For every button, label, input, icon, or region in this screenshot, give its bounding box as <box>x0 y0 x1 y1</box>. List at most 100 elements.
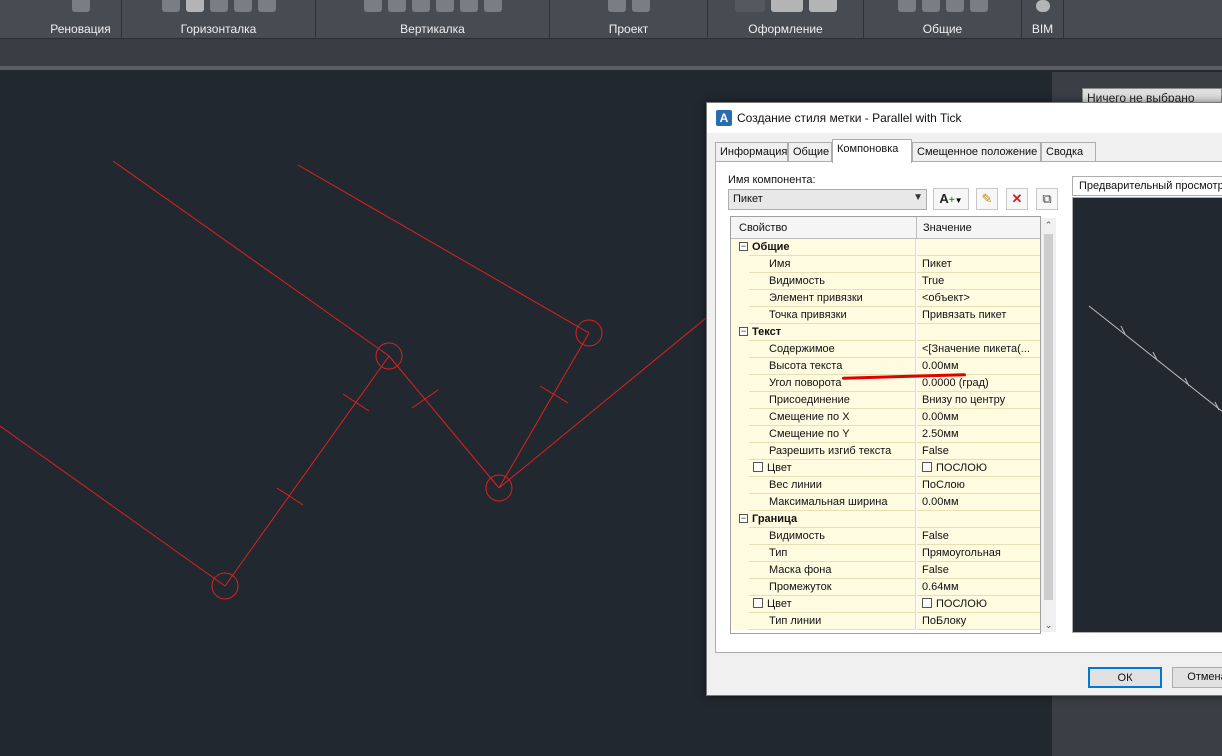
ribbon-group-project[interactable]: Проект <box>550 0 708 38</box>
app-icon: A <box>716 110 732 126</box>
ribbon-group-label: Оформление <box>748 22 823 36</box>
property-name: Присоединение <box>749 392 916 409</box>
row-gutter <box>731 579 749 596</box>
row-gutter <box>731 256 749 273</box>
property-value[interactable]: <[Значение пикета(... <box>917 341 1040 358</box>
draw-order-button[interactable]: ⧉ <box>1036 188 1058 210</box>
property-row[interactable]: Содержимое <[Значение пикета(... <box>731 341 1040 358</box>
row-gutter <box>731 477 749 494</box>
property-value[interactable]: 2.50мм <box>917 426 1040 443</box>
tab-dragged-state[interactable]: Смещенное положение <box>912 142 1041 162</box>
property-row[interactable]: Тип линии ПоБлоку <box>731 613 1040 630</box>
row-gutter <box>731 290 749 307</box>
property-row[interactable]: Точка привязки Привязать пикет <box>731 307 1040 324</box>
property-value[interactable]: Внизу по центру <box>917 392 1040 409</box>
column-header-property[interactable]: Свойство <box>739 222 787 234</box>
property-value[interactable]: False <box>917 443 1040 460</box>
property-value[interactable]: <объект> <box>917 290 1040 307</box>
property-value[interactable]: ПоСлою <box>917 477 1040 494</box>
ribbon-group-label: Проект <box>608 22 649 36</box>
property-row-color[interactable]: Цвет ПОСЛОЮ <box>731 460 1040 477</box>
property-row[interactable]: Вес линии ПоСлою <box>731 477 1040 494</box>
tab-general[interactable]: Общие <box>788 142 832 162</box>
property-row[interactable]: Элемент привязки <объект> <box>731 290 1040 307</box>
property-row[interactable]: Смещение по X 0.00мм <box>731 409 1040 426</box>
property-row[interactable]: Высота текста 0.00мм <box>731 358 1040 375</box>
property-row[interactable]: Максимальная ширина 0.00мм <box>731 494 1040 511</box>
chevron-up-icon[interactable]: ⌃ <box>1041 218 1056 232</box>
cancel-button[interactable]: Отмена <box>1172 667 1222 688</box>
property-value[interactable]: ПОСЛОЮ <box>917 460 1040 477</box>
property-value[interactable]: 0.00мм <box>917 358 1040 375</box>
column-separator <box>916 217 917 239</box>
property-row[interactable]: Промежуток 0.64мм <box>731 579 1040 596</box>
tab-information[interactable]: Информация <box>715 142 788 162</box>
property-row[interactable]: Видимость False <box>731 528 1040 545</box>
preview-drawing <box>1088 305 1222 412</box>
ribbon-group-bim[interactable]: BIM <box>1022 0 1064 38</box>
row-gutter: − <box>731 239 749 256</box>
delete-icon: ✕ <box>1011 191 1023 206</box>
property-value[interactable]: 0.64мм <box>917 579 1040 596</box>
property-value[interactable]: True <box>917 273 1040 290</box>
property-value[interactable]: Привязать пикет <box>917 307 1040 324</box>
ribbon-group-general[interactable]: Общие <box>864 0 1022 38</box>
ribbon-icons <box>870 0 1015 16</box>
column-header-value[interactable]: Значение <box>923 222 972 234</box>
row-gutter <box>731 409 749 426</box>
copy-component-button[interactable]: ✎ <box>976 188 998 210</box>
category-border[interactable]: − Граница <box>731 511 1040 528</box>
dialog-titlebar[interactable]: A Создание стиля метки - Parallel with T… <box>707 103 1222 133</box>
component-name-select[interactable]: Пикет ▼ <box>728 189 927 210</box>
ribbon-group-formatting[interactable]: Оформление <box>708 0 864 38</box>
property-row[interactable]: Маска фона False <box>731 562 1040 579</box>
property-value-text: ПОСЛОЮ <box>936 598 987 610</box>
property-row-color[interactable]: Цвет ПОСЛОЮ <box>731 596 1040 613</box>
ribbon-group-label: Реновация <box>50 22 111 36</box>
property-value[interactable]: False <box>917 562 1040 579</box>
ribbon-group-horizontal[interactable]: Горизонталка <box>122 0 316 38</box>
property-value[interactable]: ПоБлоку <box>917 613 1040 630</box>
ok-button[interactable]: ОК <box>1088 667 1162 688</box>
property-row[interactable]: Имя Пикет <box>731 256 1040 273</box>
category-general[interactable]: − Общие <box>731 239 1040 256</box>
preview-alignment-line <box>1088 305 1222 412</box>
property-name: Максимальная ширина <box>749 494 916 511</box>
property-name: Цвет <box>749 460 916 477</box>
collapse-icon[interactable]: − <box>739 327 748 336</box>
tab-layout[interactable]: Компоновка <box>832 139 912 163</box>
chevron-down-icon[interactable]: ⌄ <box>1041 618 1056 632</box>
collapse-icon[interactable]: − <box>739 514 748 523</box>
property-row[interactable]: Смещение по Y 2.50мм <box>731 426 1040 443</box>
property-row[interactable]: Разрешить изгиб текста False <box>731 443 1040 460</box>
ribbon-group-renovation[interactable]: Реновация <box>40 0 122 38</box>
property-value[interactable]: Прямоугольная <box>917 545 1040 562</box>
property-value[interactable]: 0.0000 (град) <box>917 375 1040 392</box>
dialog-title: Создание стиля метки - Parallel with Tic… <box>737 111 962 125</box>
property-name: Точка привязки <box>749 307 916 324</box>
property-value[interactable]: False <box>917 528 1040 545</box>
station-tick <box>411 389 439 409</box>
property-value[interactable]: ПОСЛОЮ <box>917 596 1040 613</box>
tab-summary[interactable]: Сводка <box>1041 142 1096 162</box>
grid-scrollbar[interactable]: ⌃ ⌄ <box>1041 218 1056 632</box>
property-name: Видимость <box>749 528 916 545</box>
ribbon-icons <box>128 0 309 16</box>
row-gutter <box>731 494 749 511</box>
property-row[interactable]: Присоединение Внизу по центру <box>731 392 1040 409</box>
ribbon-group-label: BIM <box>1031 22 1054 36</box>
collapse-icon[interactable]: − <box>739 242 748 251</box>
property-value[interactable]: 0.00мм <box>917 409 1040 426</box>
scroll-thumb[interactable] <box>1044 234 1053 600</box>
property-row[interactable]: Видимость True <box>731 273 1040 290</box>
add-component-button[interactable]: A+▼ <box>933 188 969 210</box>
property-value[interactable]: Пикет <box>917 256 1040 273</box>
property-value[interactable]: 0.00мм <box>917 494 1040 511</box>
delete-component-button[interactable]: ✕ <box>1006 188 1028 210</box>
property-row[interactable]: Тип Прямоугольная <box>731 545 1040 562</box>
category-text[interactable]: − Текст <box>731 324 1040 341</box>
color-swatch <box>922 598 932 608</box>
ribbon-group-vertical[interactable]: Вертикалка <box>316 0 550 38</box>
property-value-text: ПОСЛОЮ <box>936 462 987 474</box>
property-name: Содержимое <box>749 341 916 358</box>
